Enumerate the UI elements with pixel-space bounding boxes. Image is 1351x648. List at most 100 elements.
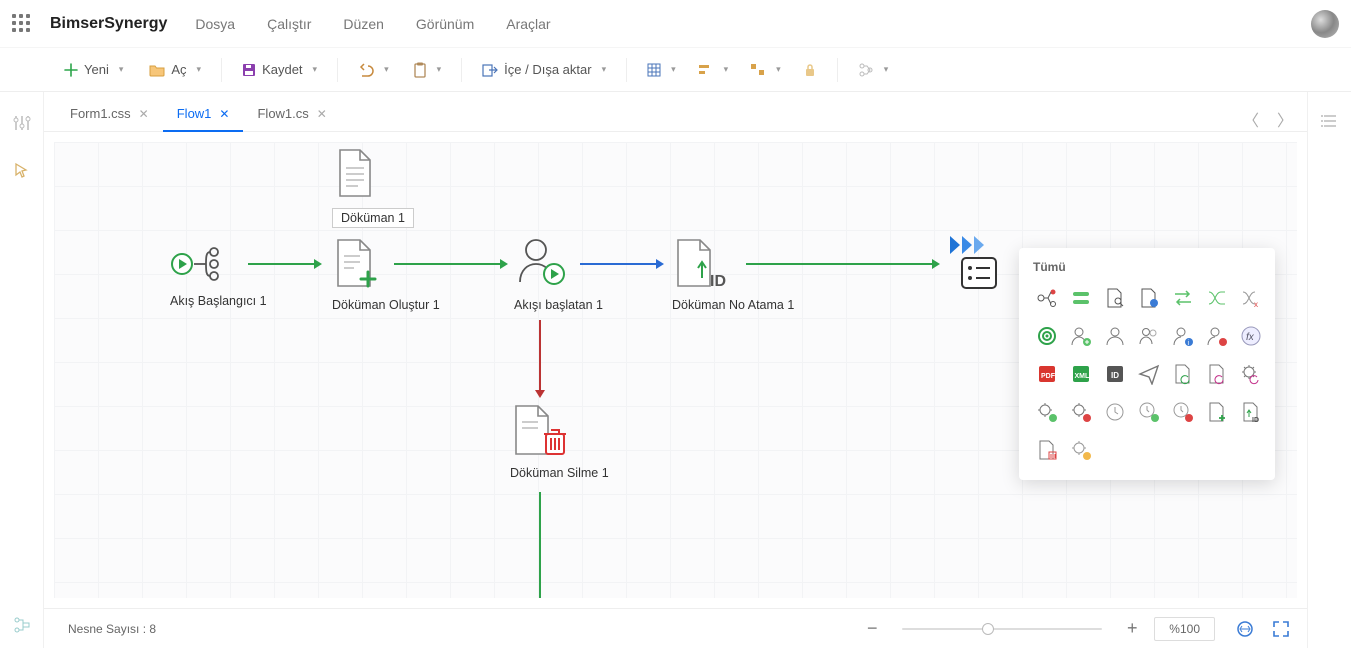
fullscreen-icon[interactable] (1271, 619, 1291, 639)
lock-icon (803, 63, 817, 77)
workspace: Form1.css ✕ Flow1 ✕ Flow1.cs ✕ 〈 〉 Dö (0, 92, 1351, 648)
close-icon[interactable]: ✕ (219, 107, 229, 121)
tab-label: Flow1 (177, 106, 212, 121)
svg-text:ID: ID (1252, 417, 1259, 423)
doc-delete-icon[interactable] (1033, 436, 1061, 464)
zoom-slider[interactable] (902, 628, 1102, 630)
menu-run[interactable]: Çalıştır (267, 16, 311, 32)
workflow-rail-icon[interactable] (13, 616, 31, 634)
flow-branch-icon[interactable] (1033, 284, 1061, 312)
align-button[interactable] (690, 59, 737, 81)
svg-text:fx: fx (1246, 332, 1255, 343)
right-rail (1307, 92, 1351, 648)
tab-bar: Form1.css ✕ Flow1 ✕ Flow1.cs ✕ 〈 〉 (44, 92, 1307, 132)
user-icon[interactable] (1101, 322, 1129, 350)
paste-button[interactable] (405, 58, 450, 82)
merge-right-icon[interactable] (1203, 284, 1231, 312)
gear-ok-icon[interactable] (1033, 398, 1061, 426)
node-flow-start[interactable]: Akış Başlangıcı 1 (170, 242, 267, 308)
node-label: Döküman Silme 1 (510, 466, 609, 480)
node-document-id[interactable]: ID Döküman No Atama 1 (672, 238, 794, 312)
user-info-icon[interactable]: i (1169, 322, 1197, 350)
top-bar: BimserSynergy Dosya Çalıştır Düzen Görün… (0, 0, 1351, 48)
hierarchy-button[interactable] (850, 59, 897, 81)
node-label: Döküman No Atama 1 (672, 298, 794, 312)
user-stop-icon[interactable] (1203, 322, 1231, 350)
new-button[interactable]: Yeni (56, 58, 131, 81)
fit-width-icon[interactable] (1235, 619, 1255, 639)
avatar[interactable] (1311, 10, 1339, 38)
component-palette[interactable]: Tümü x i (1019, 248, 1275, 480)
save-button[interactable]: Kaydet (234, 58, 325, 81)
open-button[interactable]: Aç (141, 58, 209, 81)
undo-button[interactable] (350, 59, 397, 81)
menu-file[interactable]: Dosya (195, 16, 235, 32)
clock-icon[interactable] (1101, 398, 1129, 426)
palette-title: Tümü (1033, 260, 1261, 274)
node-label: Akışı başlatan 1 (514, 298, 603, 312)
zoom-out-button[interactable]: − (862, 618, 882, 639)
import-export-button[interactable]: İçe / Dışa aktar (474, 58, 614, 81)
gear-cycle-icon[interactable] (1237, 360, 1265, 388)
canvas[interactable]: Döküman 1 Akış Başlangıcı 1 (54, 142, 1297, 598)
connector (246, 256, 326, 272)
node-label: Döküman Oluştur 1 (332, 298, 440, 312)
node-label: Akış Başlangıcı 1 (170, 294, 267, 308)
grid-toggle-button[interactable] (639, 59, 684, 81)
parallel-icon[interactable] (1067, 284, 1095, 312)
document-icon (332, 148, 376, 200)
document-id-icon: ID (672, 238, 730, 290)
target-icon[interactable] (1033, 322, 1061, 350)
pointer-icon[interactable] (13, 162, 31, 180)
node-endpoint[interactable] (948, 234, 1002, 292)
gear-stop-icon[interactable] (1067, 398, 1095, 426)
node-label: Döküman 1 (332, 208, 414, 228)
connector (392, 256, 512, 272)
main-menu: Dosya Çalıştır Düzen Görünüm Araçlar (195, 16, 550, 32)
users-icon[interactable] (1135, 322, 1163, 350)
editor-main: Form1.css ✕ Flow1 ✕ Flow1.cs ✕ 〈 〉 Dö (44, 92, 1307, 648)
svg-text:x: x (1254, 300, 1258, 309)
connector (532, 318, 548, 402)
distribute-button[interactable] (742, 59, 789, 81)
pdf-icon[interactable]: PDF (1033, 360, 1061, 388)
tab-flow1[interactable]: Flow1 ✕ (163, 96, 244, 131)
tab-flow1cs[interactable]: Flow1.cs ✕ (243, 96, 340, 131)
doc-new-icon[interactable] (1203, 398, 1231, 426)
apps-launcher-icon[interactable] (12, 14, 32, 34)
menu-view[interactable]: Görünüm (416, 16, 474, 32)
function-icon[interactable]: fx (1237, 322, 1265, 350)
close-icon[interactable]: ✕ (317, 107, 327, 121)
clock-stop-icon[interactable] (1169, 398, 1197, 426)
menu-edit[interactable]: Düzen (343, 16, 383, 32)
doc-cycle-icon[interactable] (1203, 360, 1231, 388)
node-flow-initiator[interactable]: Akışı başlatan 1 (514, 236, 603, 312)
zoom-in-button[interactable]: + (1122, 618, 1142, 639)
id-icon[interactable]: ID (1101, 360, 1129, 388)
next-tab-icon[interactable]: 〉 (1277, 107, 1293, 131)
list-icon[interactable] (1321, 112, 1339, 130)
merge-x-icon[interactable]: x (1237, 284, 1265, 312)
sliders-icon[interactable] (13, 114, 31, 132)
clock-ok-icon[interactable] (1135, 398, 1163, 426)
xml-icon[interactable]: XML (1067, 360, 1095, 388)
close-icon[interactable]: ✕ (139, 107, 149, 121)
node-document-1[interactable]: Döküman 1 (332, 148, 414, 228)
menu-tools[interactable]: Araçlar (506, 16, 550, 32)
node-document-create[interactable]: Döküman Oluştur 1 (332, 238, 440, 312)
doc-out-icon[interactable] (1135, 284, 1163, 312)
doc-refresh-icon[interactable] (1169, 360, 1197, 388)
lock-button[interactable] (795, 59, 825, 81)
tab-form1css[interactable]: Form1.css ✕ (56, 96, 163, 131)
send-icon[interactable] (1135, 360, 1163, 388)
user-plus-icon[interactable] (1067, 322, 1095, 350)
tab-label: Flow1.cs (257, 106, 308, 121)
doc-search-icon[interactable] (1101, 284, 1129, 312)
gear-warn-icon[interactable] (1067, 436, 1095, 464)
node-document-delete[interactable]: Döküman Silme 1 (510, 404, 609, 480)
svg-text:ID: ID (1111, 371, 1119, 380)
doc-id-icon[interactable]: ID (1237, 398, 1265, 426)
zoom-value[interactable]: %100 (1154, 617, 1215, 641)
swap-icon[interactable] (1169, 284, 1197, 312)
prev-tab-icon[interactable]: 〈 (1243, 107, 1259, 131)
